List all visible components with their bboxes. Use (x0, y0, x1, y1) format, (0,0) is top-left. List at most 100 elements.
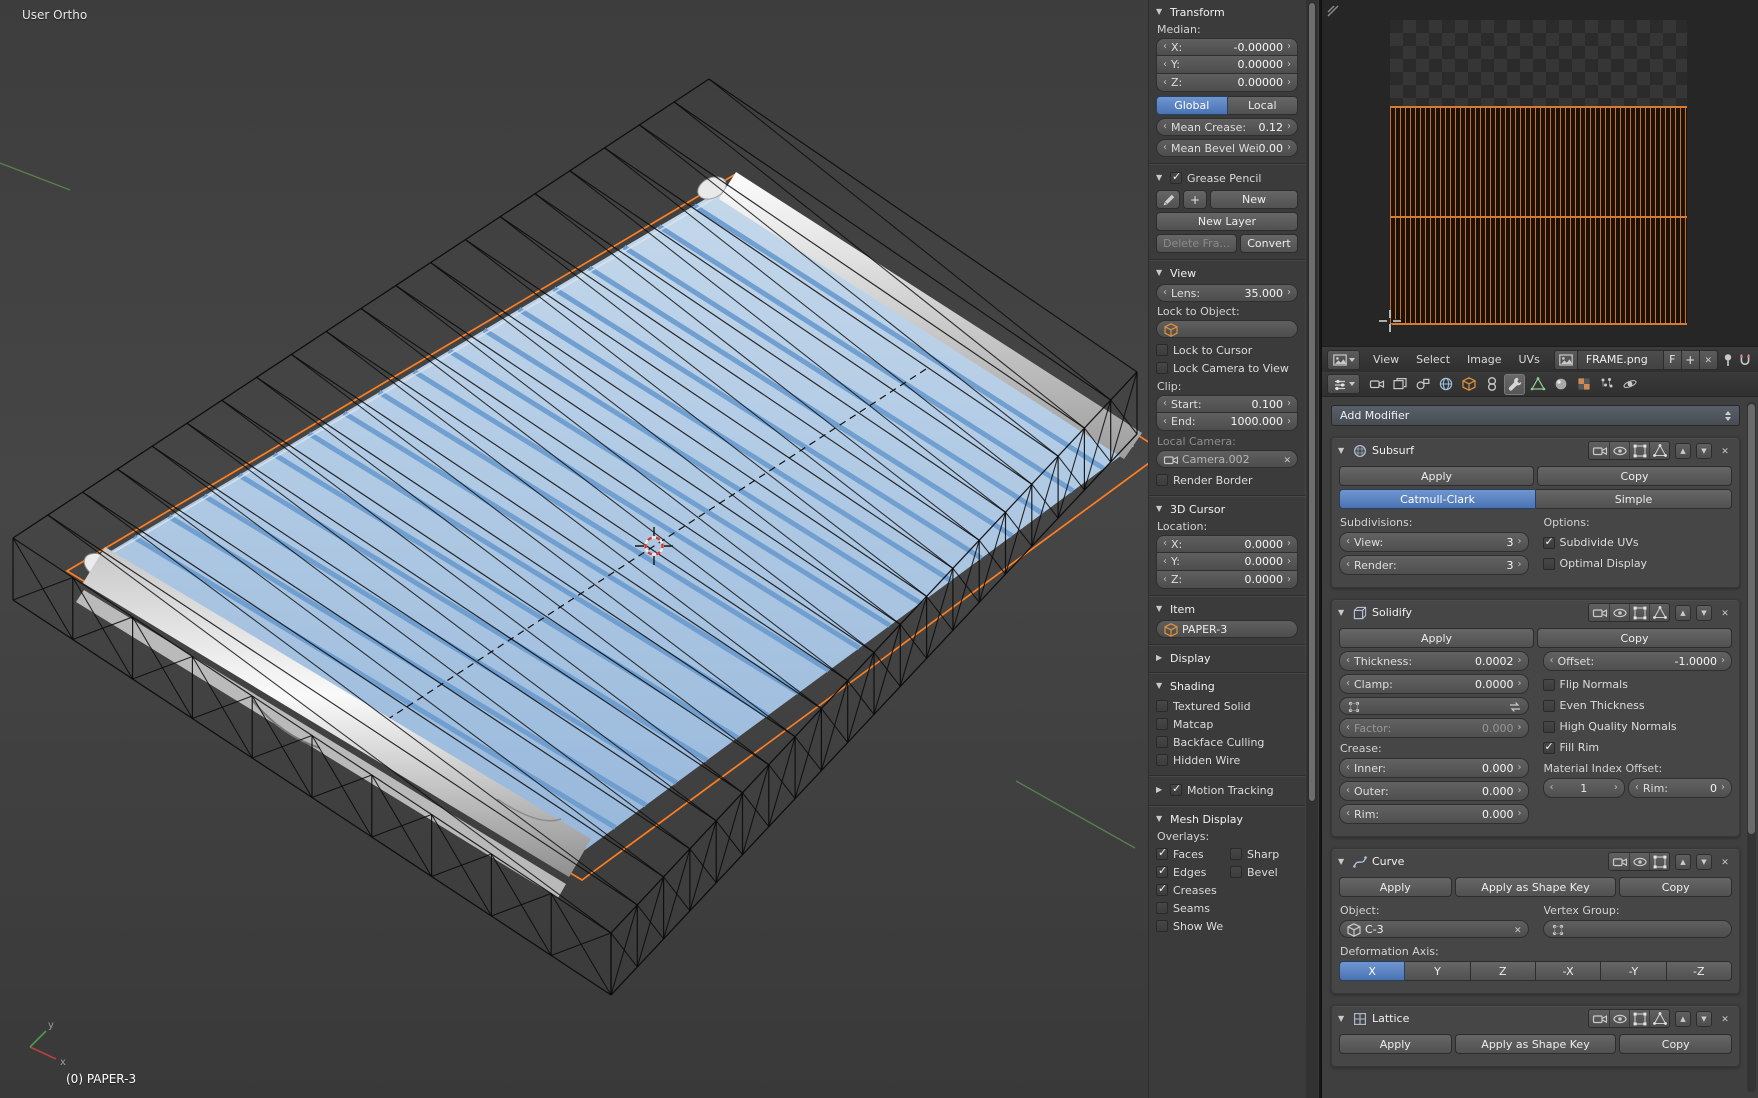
clip-start-field[interactable]: Start:0.100 (1156, 395, 1298, 413)
add-modifier-dropdown[interactable]: Add Modifier (1331, 405, 1740, 426)
mean-crease-field[interactable]: Mean Crease:0.12 (1156, 118, 1298, 136)
editor-type-button[interactable] (1327, 349, 1360, 370)
stepper-increase-icon[interactable] (1285, 122, 1293, 132)
vertex-group-field[interactable] (1339, 697, 1529, 715)
stepper-increase-icon[interactable] (1516, 537, 1524, 547)
local-button[interactable]: Local (1227, 96, 1298, 115)
uv-image[interactable] (1390, 20, 1687, 325)
stepper-decrease-icon[interactable] (1161, 122, 1169, 132)
viewport-visibility-toggle-icon[interactable] (1609, 442, 1629, 459)
stepper-increase-icon[interactable] (1516, 723, 1524, 733)
copy-button[interactable]: Copy (1537, 628, 1732, 648)
n-panel-scrollbar[interactable] (1306, 0, 1318, 1098)
delete-modifier-button[interactable] (1717, 606, 1733, 619)
seams-checkbox[interactable]: Seams (1156, 899, 1224, 917)
tab-object[interactable] (1458, 374, 1479, 395)
lock-to-cursor-checkbox[interactable]: Lock to Cursor (1156, 341, 1298, 359)
stepper-increase-icon[interactable] (1516, 763, 1524, 773)
stepper-increase-icon[interactable] (1285, 288, 1293, 298)
tab-scene[interactable] (1412, 374, 1433, 395)
stepper-decrease-icon[interactable] (1344, 537, 1352, 547)
simple-button[interactable]: Simple (1536, 489, 1732, 509)
edit-mode-toggle-icon[interactable] (1629, 442, 1649, 459)
move-modifier-up-button[interactable]: ▲ (1675, 1010, 1691, 1027)
stepper-increase-icon[interactable] (1285, 557, 1293, 567)
cursor-y-field[interactable]: Y:0.0000 (1156, 553, 1298, 571)
uv-image-editor[interactable]: View Select Image UVs FRAME.png F (1321, 0, 1758, 372)
even-thickness-checkbox[interactable]: Even Thickness (1542, 695, 1733, 716)
creases-checkbox[interactable]: Creases (1156, 881, 1224, 899)
optimal-display-checkbox[interactable]: Optimal Display (1542, 553, 1733, 574)
stepper-decrease-icon[interactable] (1161, 288, 1169, 298)
cursor-x-field[interactable]: X:0.0000 (1156, 535, 1298, 553)
new-layer-button[interactable]: New Layer (1156, 212, 1298, 231)
apply-button[interactable]: Apply (1339, 466, 1534, 486)
tab-material[interactable] (1550, 374, 1571, 395)
region-corner-handle[interactable] (1326, 4, 1340, 18)
stepper-increase-icon[interactable] (1516, 679, 1524, 689)
delete-frame-button[interactable]: Delete Fra... (1156, 234, 1237, 253)
modifier-header[interactable]: Solidify ▲ ▼ (1332, 600, 1739, 625)
panel-header-mesh-display[interactable]: Mesh Display (1156, 811, 1298, 827)
apply-as-shape-key-button[interactable]: Apply as Shape Key (1454, 877, 1617, 897)
viewport-visibility-toggle-icon[interactable] (1609, 1010, 1629, 1027)
copy-button[interactable]: Copy (1537, 466, 1732, 486)
move-modifier-up-button[interactable]: ▲ (1675, 442, 1691, 459)
stepper-decrease-icon[interactable] (1161, 557, 1169, 567)
axis-x-button[interactable]: X (1339, 961, 1406, 981)
stepper-decrease-icon[interactable] (1548, 783, 1556, 793)
lock-object-field[interactable] (1156, 320, 1298, 338)
crease-outer-field[interactable]: Outer:0.000 (1339, 781, 1529, 801)
tab-render-layers[interactable] (1389, 374, 1410, 395)
convert-button[interactable]: Convert (1239, 234, 1298, 253)
move-modifier-down-button[interactable]: ▼ (1696, 604, 1712, 621)
apply-button[interactable]: Apply (1339, 628, 1534, 648)
motion-tracking-checkbox[interactable] (1170, 782, 1182, 796)
stepper-decrease-icon[interactable] (1344, 656, 1352, 666)
stepper-increase-icon[interactable] (1516, 809, 1524, 819)
stepper-decrease-icon[interactable] (1633, 783, 1641, 793)
stepper-decrease-icon[interactable] (1161, 42, 1169, 52)
menu-select[interactable]: Select (1408, 347, 1458, 372)
panel-header-transform[interactable]: Transform (1156, 4, 1298, 20)
grease-pencil-checkbox[interactable] (1170, 170, 1182, 184)
crease-rim-field[interactable]: Rim:0.000 (1339, 804, 1529, 824)
render-toggle-icon[interactable] (1589, 604, 1609, 621)
catmull-clark-button[interactable]: Catmull-Clark (1339, 489, 1536, 509)
copy-button[interactable]: Copy (1619, 877, 1733, 897)
panel-header-item[interactable]: Item (1156, 601, 1298, 617)
median-y-field[interactable]: Y:0.00000 (1156, 56, 1298, 74)
stepper-increase-icon[interactable] (1285, 42, 1293, 52)
stepper-increase-icon[interactable] (1516, 560, 1524, 570)
panel-header-shading[interactable]: Shading (1156, 678, 1298, 694)
stepper-increase-icon[interactable] (1285, 417, 1293, 427)
bevel-checkbox[interactable]: Bevel (1230, 863, 1298, 881)
edit-mode-toggle-icon[interactable] (1629, 1010, 1649, 1027)
image-name-field[interactable]: FRAME.png (1577, 349, 1664, 370)
tab-modifiers[interactable] (1504, 373, 1525, 395)
snap-icon[interactable] (1737, 350, 1753, 370)
menu-view[interactable]: View (1365, 347, 1407, 372)
modifier-header[interactable]: Lattice ▲ ▼ (1332, 1006, 1739, 1031)
cage-toggle-icon[interactable] (1649, 1010, 1669, 1027)
median-z-field[interactable]: Z:0.00000 (1156, 74, 1298, 92)
object-name-field[interactable]: PAPER-3 (1156, 620, 1298, 638)
stepper-increase-icon[interactable] (1516, 786, 1524, 796)
axis-z-button[interactable]: Z (1470, 961, 1536, 981)
apply-as-shape-key-button[interactable]: Apply as Shape Key (1454, 1034, 1617, 1054)
offset-field[interactable]: Offset:-1.0000 (1542, 651, 1732, 671)
collapse-triangle-icon[interactable] (1338, 1015, 1347, 1023)
clip-end-field[interactable]: End:1000.000 (1156, 413, 1298, 431)
edit-mode-toggle-icon[interactable] (1649, 853, 1669, 870)
scrollbar-thumb[interactable] (1308, 2, 1316, 802)
stepper-increase-icon[interactable] (1719, 656, 1727, 666)
global-button[interactable]: Global (1156, 96, 1228, 115)
matcap-checkbox[interactable]: Matcap (1156, 715, 1298, 733)
delete-modifier-button[interactable] (1717, 1012, 1733, 1025)
hidden-wire-checkbox[interactable]: Hidden Wire (1156, 751, 1298, 769)
move-modifier-up-button[interactable]: ▲ (1675, 853, 1691, 870)
unlink-camera-icon[interactable] (1283, 453, 1291, 466)
lens-field[interactable]: Lens:35.000 (1156, 284, 1298, 302)
stepper-decrease-icon[interactable] (1344, 763, 1352, 773)
new-image-button[interactable] (1681, 349, 1700, 370)
